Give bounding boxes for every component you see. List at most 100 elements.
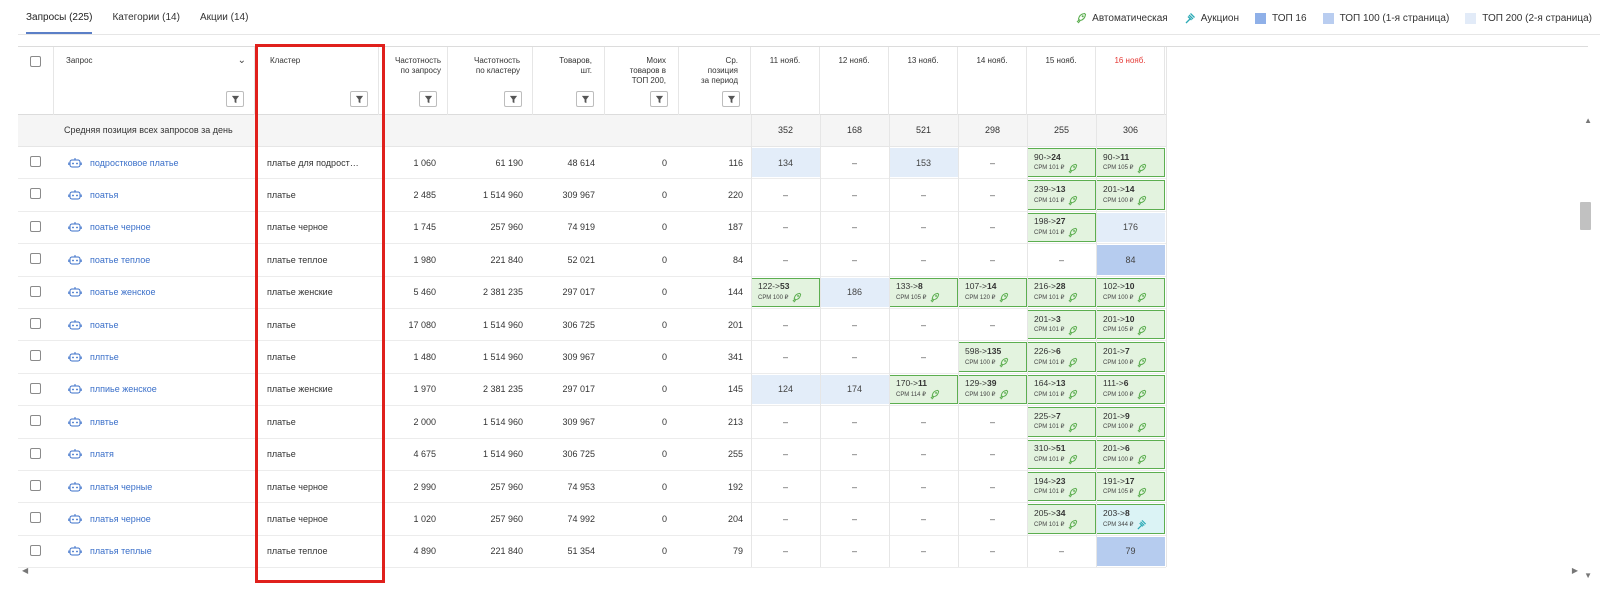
day-position-cell[interactable]: – (1027, 245, 1096, 274)
query-cell[interactable]: подростковое платье (64, 147, 254, 178)
day-position-cell[interactable]: 226->6 СРМ 101 ₽ (1027, 342, 1096, 372)
query-cell[interactable]: платья черные (64, 471, 254, 502)
day-position-cell[interactable]: 107->14 СРМ 120 ₽ (958, 277, 1027, 307)
day-position-cell[interactable]: 239->13 СРМ 101 ₽ (1027, 180, 1096, 210)
day-position-cell[interactable]: 201->3 СРМ 101 ₽ (1027, 310, 1096, 340)
scroll-left-icon[interactable]: ◀ (22, 566, 28, 575)
day-position-cell[interactable]: 198->27 СРМ 101 ₽ (1027, 212, 1096, 243)
query-link[interactable]: плпиье женское (90, 384, 157, 394)
day-position-cell[interactable]: – (958, 504, 1027, 533)
day-position-cell[interactable]: – (958, 245, 1027, 274)
day-position-cell[interactable]: – (958, 180, 1027, 209)
day-position-cell[interactable]: 111->6 СРМ 100 ₽ (1096, 374, 1165, 405)
row-checkbox[interactable] (30, 318, 41, 329)
row-checkbox[interactable] (30, 415, 41, 427)
day-position-cell[interactable]: – (820, 310, 889, 339)
query-link[interactable]: поатье теплое (90, 255, 150, 265)
day-position-cell[interactable]: – (820, 180, 889, 209)
day-position-cell[interactable]: – (889, 213, 958, 242)
row-checkbox[interactable] (30, 285, 41, 297)
day-position-cell[interactable]: – (958, 472, 1027, 501)
table-row[interactable]: поатья платье 2 485 1 514 960 309 967 0 220– – –… (18, 179, 1166, 212)
table-row[interactable]: поатье женское платье женские 5 460 2 381 2… (18, 277, 1166, 309)
day-position-cell[interactable]: 201->14 СРМ 100 ₽ (1096, 180, 1165, 210)
day-position-cell[interactable]: 191->17 СРМ 105 ₽ (1096, 472, 1165, 502)
row-checkbox[interactable] (30, 188, 41, 200)
table-row[interactable]: поатье теплое платье теплое 1 980 221 840 52… (18, 244, 1166, 277)
row-checkbox[interactable] (30, 512, 41, 524)
filter-freq-query-button[interactable] (419, 91, 437, 107)
day-position-cell[interactable]: 102->10 СРМ 100 ₽ (1096, 277, 1165, 307)
filter-mine-button[interactable] (650, 91, 668, 107)
row-checkbox[interactable] (30, 350, 41, 362)
day-position-cell[interactable]: – (820, 342, 889, 371)
table-row[interactable]: платья черные платье черное 2 990 257 960 74… (18, 471, 1166, 504)
day-position-cell[interactable]: 201->9 СРМ 100 ₽ (1096, 407, 1165, 437)
table-row[interactable]: платья теплые платье теплое 4 890 221 840 51… (18, 536, 1166, 569)
filter-goods-button[interactable] (576, 91, 594, 107)
day-position-cell[interactable]: – (751, 213, 820, 242)
day-position-cell[interactable]: – (751, 537, 820, 566)
day-position-cell[interactable]: 205->34 СРМ 101 ₽ (1027, 504, 1096, 534)
day-position-cell[interactable]: 90->24 СРМ 101 ₽ (1027, 148, 1096, 178)
table-row[interactable]: платя платье 4 675 1 514 960 306 725 0 255– – – –… (18, 439, 1166, 471)
query-link[interactable]: платья черные (90, 482, 152, 492)
table-row[interactable]: плпиье женское платье женские 1 970 2 381 2… (18, 374, 1166, 407)
row-checkbox[interactable] (30, 447, 41, 459)
day-position-cell[interactable]: – (889, 342, 958, 371)
query-cell[interactable]: плвтье (64, 406, 254, 437)
query-cell[interactable]: плптье (64, 341, 254, 372)
day-position-cell[interactable]: – (751, 407, 820, 436)
day-position-cell[interactable]: – (958, 440, 1027, 469)
day-position-cell[interactable]: 79 (1096, 536, 1165, 567)
query-link[interactable]: плптье (90, 352, 119, 362)
day-position-cell[interactable]: – (958, 537, 1027, 566)
day-position-cell[interactable]: 174 (820, 374, 889, 405)
select-all-checkbox[interactable] (30, 56, 41, 67)
scroll-down-icon[interactable]: ▼ (1584, 571, 1592, 580)
table-row[interactable]: подростковое платье платье для подрост… 1 … (18, 147, 1166, 180)
query-cell[interactable]: поатье теплое (64, 244, 254, 275)
day-position-cell[interactable]: – (889, 504, 958, 533)
day-position-cell[interactable]: 176 (1096, 212, 1165, 243)
query-cell[interactable]: поатья (64, 179, 254, 210)
day-position-cell[interactable]: – (820, 407, 889, 436)
row-checkbox[interactable] (30, 544, 41, 556)
day-position-cell[interactable]: – (958, 310, 1027, 339)
tab-categories[interactable]: Категории (14) (112, 12, 179, 34)
day-position-cell[interactable]: – (889, 245, 958, 274)
day-position-cell[interactable]: – (751, 245, 820, 274)
query-cell[interactable]: поатье женское (64, 277, 254, 308)
tab-promotions[interactable]: Акции (14) (200, 12, 249, 34)
day-position-cell[interactable]: 122->53 СРМ 100 ₽ (751, 277, 820, 307)
day-position-cell[interactable]: 90->11 СРМ 105 ₽ (1096, 148, 1165, 178)
day-position-cell[interactable]: 84 (1096, 245, 1165, 275)
day-position-cell[interactable]: – (751, 180, 820, 209)
query-cell[interactable]: поатье черное (64, 212, 254, 243)
day-position-cell[interactable]: 133->8 СРМ 105 ₽ (889, 277, 958, 307)
day-position-cell[interactable]: – (751, 342, 820, 371)
day-position-cell[interactable]: 201->6 СРМ 100 ₽ (1096, 439, 1165, 469)
query-link[interactable]: платья черное (90, 514, 151, 524)
row-checkbox[interactable] (30, 382, 41, 394)
query-cell[interactable]: плпиье женское (64, 374, 254, 405)
day-position-cell[interactable]: 216->28 СРМ 101 ₽ (1027, 277, 1096, 307)
day-position-cell[interactable]: 203->8 СРМ 344 ₽ (1096, 504, 1165, 534)
day-position-cell[interactable]: 201->7 СРМ 100 ₽ (1096, 342, 1165, 372)
tab-queries[interactable]: Запросы (225) (26, 12, 93, 34)
day-position-cell[interactable]: – (889, 180, 958, 209)
query-link[interactable]: поатье черное (90, 222, 151, 232)
day-position-cell[interactable]: – (820, 472, 889, 501)
day-position-cell[interactable]: 134 (751, 148, 820, 178)
day-position-cell[interactable]: 194->23 СРМ 101 ₽ (1027, 472, 1096, 502)
day-position-cell[interactable]: – (820, 213, 889, 242)
table-row[interactable]: плптье платье 1 480 1 514 960 309 967 0 341– – –… (18, 341, 1166, 374)
day-position-cell[interactable]: – (820, 504, 889, 533)
day-position-cell[interactable]: 598->135 СРМ 100 ₽ (958, 342, 1027, 372)
day-position-cell[interactable]: 225->7 СРМ 101 ₽ (1027, 407, 1096, 437)
query-link[interactable]: платья теплые (90, 546, 152, 556)
table-row[interactable]: поатье черное платье черное 1 745 257 960 74… (18, 212, 1166, 245)
row-checkbox[interactable] (30, 156, 41, 167)
query-link[interactable]: поатья (90, 190, 118, 200)
vertical-scroll-thumb[interactable] (1580, 202, 1591, 230)
